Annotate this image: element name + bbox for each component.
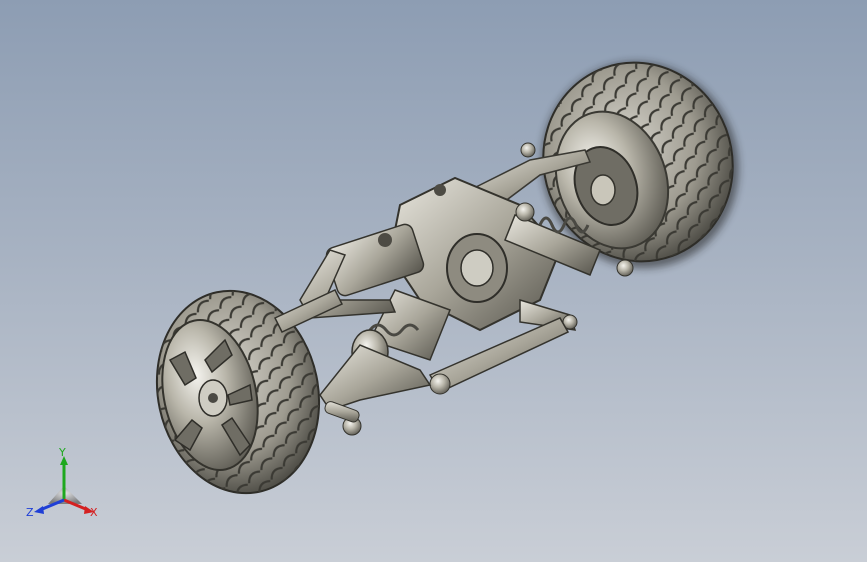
z-axis-label: Z <box>26 506 34 519</box>
y-axis-label: Y <box>58 448 66 459</box>
left-lower-arm[interactable] <box>319 344 432 436</box>
x-axis-label: X <box>90 506 98 519</box>
link-arm[interactable] <box>428 317 570 395</box>
cad-model-view[interactable] <box>0 0 867 562</box>
view-orientation-triad[interactable]: Y X Z <box>24 446 104 524</box>
graphics-viewport[interactable]: Y X Z <box>0 0 867 562</box>
